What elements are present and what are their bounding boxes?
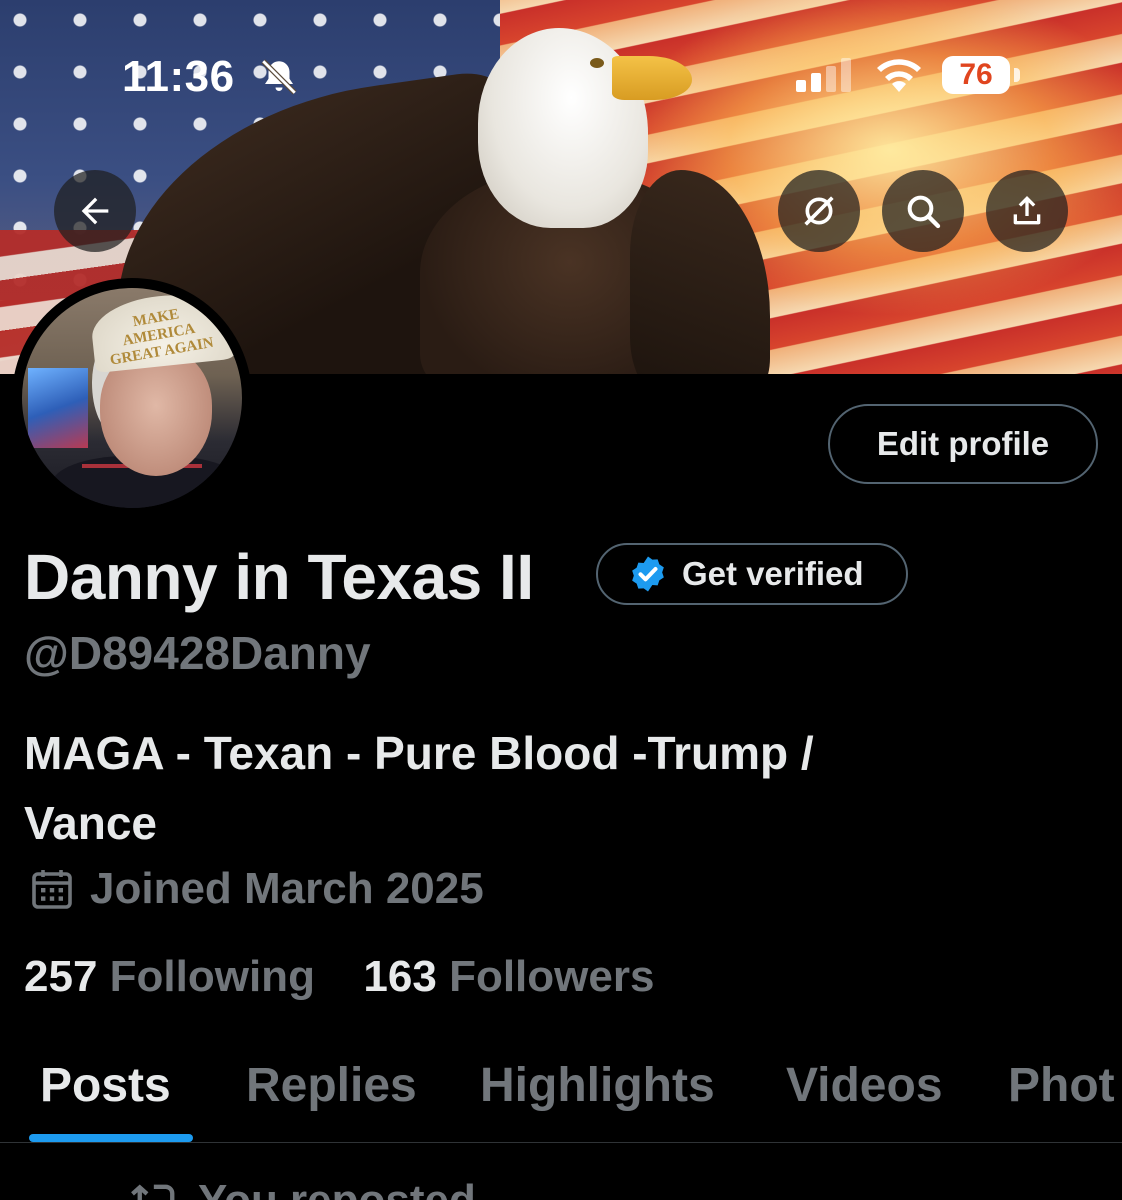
wifi-icon bbox=[877, 59, 921, 92]
display-name: Danny in Texas II bbox=[24, 541, 534, 613]
tab-posts[interactable]: Posts bbox=[40, 1058, 171, 1113]
battery-indicator: 76 bbox=[942, 56, 1010, 94]
followers-link[interactable]: 163 Followers bbox=[363, 952, 654, 1001]
eagle-eye bbox=[590, 58, 604, 68]
profile-tabs: Posts Replies Highlights Videos Phot bbox=[0, 1050, 1122, 1140]
avatar-monitor bbox=[28, 368, 88, 448]
battery-cap bbox=[1014, 68, 1020, 82]
joined-date: Joined March 2025 bbox=[90, 864, 484, 913]
bio-line-1: MAGA - Texan - Pure Blood -Trump / bbox=[24, 727, 814, 779]
eagle-beak bbox=[612, 56, 692, 100]
share-icon bbox=[1013, 196, 1041, 225]
follow-counts: 257 Following 163 Followers bbox=[24, 952, 654, 1002]
back-button[interactable] bbox=[54, 170, 136, 252]
followers-label: Followers bbox=[449, 952, 655, 1001]
grok-button[interactable] bbox=[778, 170, 860, 252]
arrow-left-icon bbox=[81, 197, 109, 225]
tabs-divider bbox=[0, 1142, 1122, 1143]
edit-profile-button[interactable]: Edit profile bbox=[828, 404, 1098, 484]
search-button[interactable] bbox=[882, 170, 964, 252]
get-verified-button[interactable]: Get verified bbox=[596, 543, 908, 605]
avatar[interactable]: MAKE AMERICA GREAT AGAIN bbox=[12, 278, 252, 518]
tab-videos[interactable]: Videos bbox=[786, 1058, 943, 1113]
tab-photos[interactable]: Phot bbox=[1008, 1058, 1115, 1113]
status-time: 11:36 bbox=[122, 52, 235, 101]
user-handle: @D89428Danny bbox=[24, 627, 371, 679]
following-count: 257 bbox=[24, 952, 98, 1001]
tab-replies[interactable]: Replies bbox=[246, 1058, 417, 1113]
get-verified-label: Get verified bbox=[682, 555, 864, 592]
active-tab-indicator bbox=[29, 1134, 193, 1142]
joined-date-row: Joined March 2025 bbox=[28, 864, 484, 914]
profile-page: 11:36 76 MAKE AMERICA GREAT AGAIN Edit p… bbox=[0, 0, 1122, 1200]
verified-badge-icon bbox=[632, 556, 664, 592]
calendar-icon bbox=[32, 870, 72, 909]
repost-label: You reposted bbox=[198, 1176, 476, 1200]
bio: MAGA - Texan - Pure Blood -Trump / Vance bbox=[24, 718, 1024, 858]
grok-icon bbox=[804, 196, 834, 226]
avatar-photo: MAKE AMERICA GREAT AGAIN bbox=[22, 288, 242, 508]
repost-icon bbox=[131, 1184, 175, 1200]
eagle-wing-right bbox=[630, 170, 770, 374]
bio-line-2: Vance bbox=[24, 797, 157, 849]
bell-slash-icon bbox=[261, 59, 297, 95]
repost-header: You reposted bbox=[130, 1176, 476, 1200]
following-link[interactable]: 257 Following bbox=[24, 952, 327, 1001]
followers-count: 163 bbox=[363, 952, 437, 1001]
share-button[interactable] bbox=[986, 170, 1068, 252]
following-label: Following bbox=[109, 952, 315, 1001]
tab-highlights[interactable]: Highlights bbox=[480, 1058, 715, 1113]
search-icon bbox=[907, 195, 941, 229]
cellular-signal-icon bbox=[796, 58, 851, 92]
